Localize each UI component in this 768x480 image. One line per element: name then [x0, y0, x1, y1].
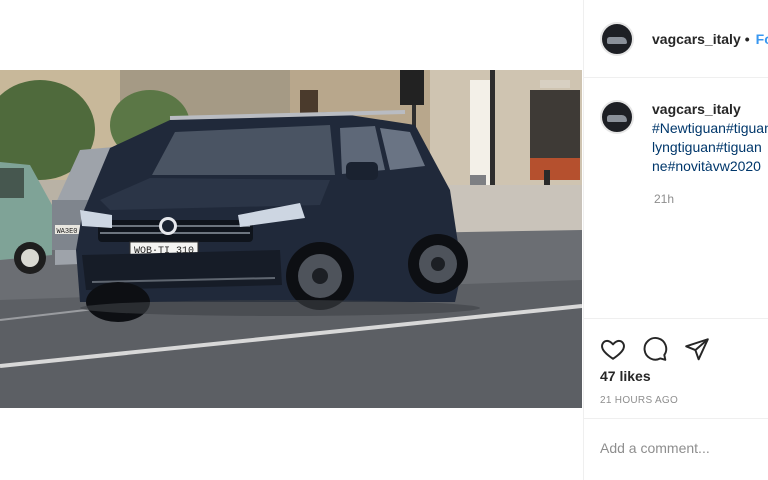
share-icon[interactable]	[684, 336, 710, 362]
comment-icon[interactable]	[642, 336, 668, 362]
caption-timestamp: 21h	[654, 192, 675, 206]
post-time-ago: 21 HOURS AGO	[600, 395, 679, 406]
avatar[interactable]	[600, 21, 634, 56]
caption-avatar[interactable]	[600, 100, 634, 134]
car-photo-illustration: WOB·TI 310 WA3E0	[0, 70, 582, 408]
background-plate-text: WA3E0	[56, 228, 77, 236]
heart-icon[interactable]	[600, 336, 626, 362]
post-photo[interactable]: WOB·TI 310 WA3E0	[0, 70, 582, 408]
header-separator: •	[744, 30, 750, 47]
caption-body: vagcars_italy #Newtiguan#tiguan lyngtigu…	[652, 100, 768, 176]
caption-username[interactable]: vagcars_italy	[652, 100, 768, 119]
comment-box	[584, 418, 768, 480]
follow-button[interactable]: Follow	[756, 31, 768, 47]
caption-hashtags-line-2[interactable]: lyngtiguan#tiguan	[652, 138, 768, 157]
instagram-post: WOB·TI 310 WA3E0 vagcars_italy • Follow v…	[0, 0, 768, 480]
post-header: vagcars_italy • Follow	[584, 0, 768, 78]
post-actions: 47 likes 21 HOURS AGO	[584, 318, 768, 406]
caption-hashtags-line-3[interactable]: ne#novitàvw2020	[652, 157, 768, 176]
caption: vagcars_italy #Newtiguan#tiguan lyngtigu…	[600, 100, 768, 176]
post-side-panel: vagcars_italy • Follow vagcars_italy #Ne…	[584, 0, 768, 480]
header-username[interactable]: vagcars_italy	[652, 31, 741, 47]
action-icons	[584, 319, 768, 367]
comment-input[interactable]	[600, 437, 760, 459]
media-area: WOB·TI 310 WA3E0	[0, 0, 583, 480]
likes-count[interactable]: 47 likes	[600, 368, 651, 384]
caption-hashtags-line-1[interactable]: #Newtiguan#tiguan	[652, 119, 768, 138]
license-plate-text: WOB·TI 310	[134, 246, 194, 257]
